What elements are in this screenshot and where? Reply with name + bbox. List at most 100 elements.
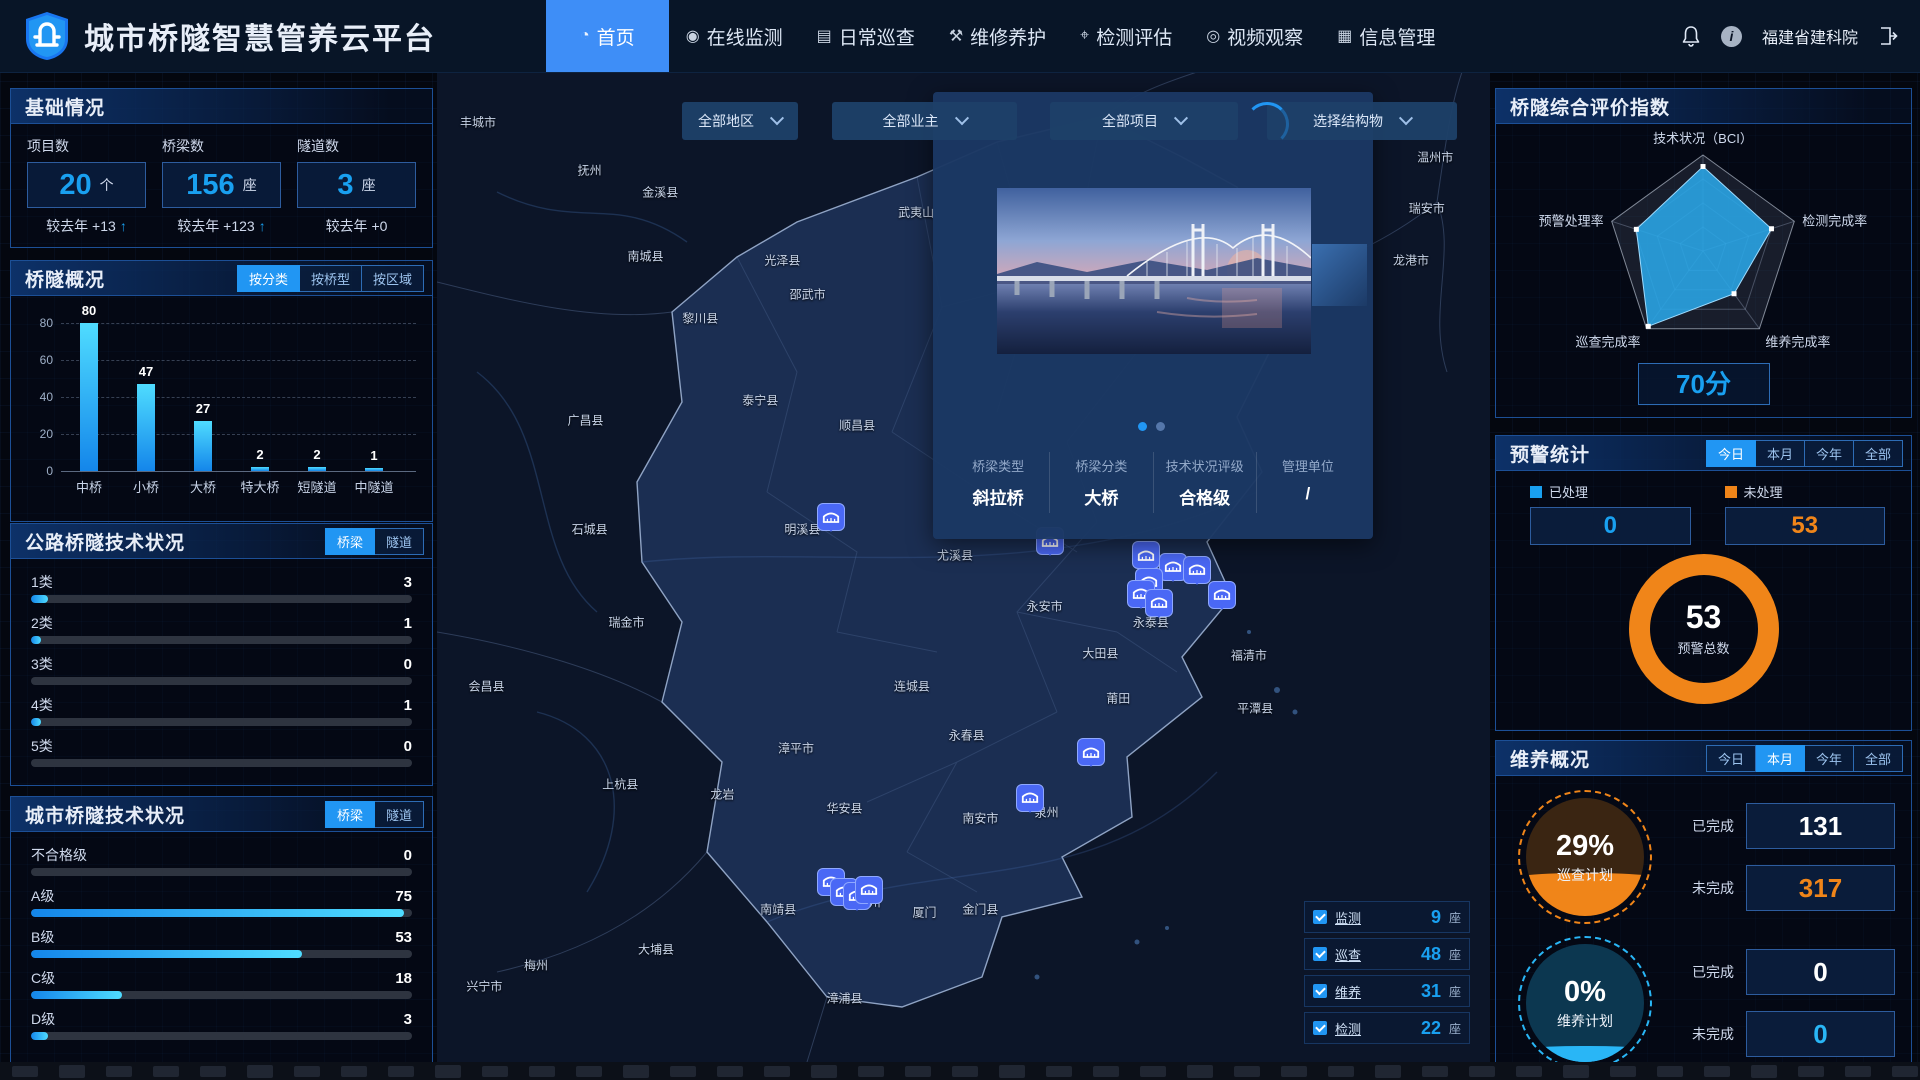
panel-evaluation-index: 桥隧综合评价指数 技术状况（BCI）检测完成率维养完成率巡查完成率预警处理率 7… bbox=[1495, 88, 1912, 418]
ribbon-box bbox=[858, 1066, 884, 1077]
ribbon-box bbox=[1140, 1066, 1166, 1077]
radar-axis-label: 维养完成率 bbox=[1765, 335, 1830, 350]
bridge-marker[interactable] bbox=[1183, 556, 1211, 584]
bridge-attr-管理单位: 管理单位/ bbox=[1256, 452, 1359, 513]
tab-highway-桥梁[interactable]: 桥梁 bbox=[325, 528, 375, 555]
tab-maintenance-全部[interactable]: 全部 bbox=[1854, 745, 1903, 772]
tab-overview-按桥型[interactable]: 按桥型 bbox=[300, 265, 362, 292]
tab-warning-本月[interactable]: 本月 bbox=[1756, 440, 1805, 467]
legend-label[interactable]: 维养 bbox=[1335, 982, 1361, 1001]
ribbon-box bbox=[1187, 1065, 1213, 1078]
attr-value: 斜拉桥 bbox=[947, 484, 1049, 509]
info-icon[interactable]: i bbox=[1721, 26, 1742, 47]
stat-value-box: 20个 bbox=[27, 162, 146, 208]
tab-overview-按分类[interactable]: 按分类 bbox=[237, 265, 300, 292]
bridge-info-popup: 桥梁类型斜拉桥桥梁分类大桥技术状况评级合格级管理单位/ bbox=[933, 92, 1373, 539]
bridge-marker[interactable] bbox=[1016, 784, 1044, 812]
carousel-dot[interactable] bbox=[1156, 422, 1165, 431]
bridge-attr-桥梁分类: 桥梁分类大桥 bbox=[1049, 452, 1152, 513]
org-name[interactable]: 福建省建科院 bbox=[1762, 24, 1858, 48]
bar-value: 1 bbox=[354, 448, 394, 463]
condition-label: A级 bbox=[31, 886, 54, 906]
nav-item-信息管理[interactable]: ▦信息管理 bbox=[1320, 0, 1452, 72]
map-label-丰城市: 丰城市 bbox=[460, 114, 496, 131]
tab-warning-今年[interactable]: 今年 bbox=[1805, 440, 1854, 467]
condition-row-4类: 4类1 bbox=[31, 696, 412, 726]
maintenance-tab-group: 今日本月今年全部 bbox=[1706, 745, 1903, 772]
condition-value: 1 bbox=[404, 697, 412, 714]
tab-urban-隧道[interactable]: 隧道 bbox=[375, 801, 424, 828]
map-label-温州市: 温州市 bbox=[1417, 149, 1453, 166]
legend-label[interactable]: 巡查 bbox=[1335, 945, 1361, 964]
map-label-大埔县: 大埔县 bbox=[638, 941, 674, 958]
nav-item-label: 检测评估 bbox=[1096, 23, 1172, 50]
logout-icon[interactable] bbox=[1878, 26, 1898, 46]
map-label-武夷山: 武夷山 bbox=[898, 203, 934, 220]
owner-select[interactable]: 全部业主 bbox=[832, 102, 1017, 140]
tab-maintenance-本月[interactable]: 本月 bbox=[1756, 745, 1805, 772]
progress-track bbox=[31, 718, 412, 726]
bridge-attributes: 桥梁类型斜拉桥桥梁分类大桥技术状况评级合格级管理单位/ bbox=[947, 452, 1359, 513]
map-label-会昌县: 会昌县 bbox=[468, 677, 504, 694]
notifications-bell-icon[interactable] bbox=[1681, 25, 1701, 47]
bridge-marker[interactable] bbox=[1145, 589, 1173, 617]
legend-unit: 座 bbox=[1449, 946, 1461, 963]
tab-urban-桥梁[interactable]: 桥梁 bbox=[325, 801, 375, 828]
nav-item-首页[interactable]: ◔首页 bbox=[546, 0, 669, 72]
carousel-dot[interactable] bbox=[1138, 422, 1147, 431]
condition-row-A级: A级75 bbox=[31, 887, 412, 917]
bridge-marker[interactable] bbox=[1208, 581, 1236, 609]
next-photo-thumbnail[interactable] bbox=[1312, 244, 1367, 306]
checkbox-checked-icon[interactable] bbox=[1313, 947, 1327, 961]
condition-value: 3 bbox=[404, 1011, 412, 1028]
ribbon-box bbox=[482, 1066, 508, 1077]
gauge-巡查计划: 29%巡查计划 bbox=[1518, 790, 1652, 924]
region-select[interactable]: 全部地区 bbox=[682, 102, 798, 140]
bridge-marker[interactable] bbox=[1077, 738, 1105, 766]
nav-item-检测评估[interactable]: ⌖检测评估 bbox=[1063, 0, 1189, 72]
legend-row-监测: 监测9座 bbox=[1304, 901, 1470, 933]
ribbon-box bbox=[1281, 1066, 1307, 1077]
ribbon-box bbox=[59, 1065, 85, 1078]
progress-fill bbox=[31, 595, 48, 603]
warning-total-label: 预警总数 bbox=[1677, 638, 1729, 657]
tab-maintenance-今年[interactable]: 今年 bbox=[1805, 745, 1854, 772]
y-tick-label: 0 bbox=[21, 464, 53, 478]
map-label-泰宁县: 泰宁县 bbox=[742, 391, 778, 408]
nav-item-在线监测[interactable]: ◉在线监测 bbox=[669, 0, 800, 72]
checkbox-checked-icon[interactable] bbox=[1313, 910, 1327, 924]
map-label-平潭县: 平潭县 bbox=[1237, 699, 1273, 716]
legend-label[interactable]: 检测 bbox=[1335, 1019, 1361, 1038]
maintenance-row-巡查计划: 29%巡查计划已完成131未完成317 bbox=[1518, 787, 1895, 927]
bridge-marker[interactable] bbox=[1132, 541, 1160, 569]
attr-label: 桥梁类型 bbox=[947, 456, 1049, 475]
panel-title: 预警统计 bbox=[1496, 440, 1590, 467]
tab-warning-今日[interactable]: 今日 bbox=[1706, 440, 1756, 467]
legend-label[interactable]: 监测 bbox=[1335, 908, 1361, 927]
project-select[interactable]: 全部项目 bbox=[1050, 102, 1238, 140]
map-label-福清市: 福清市 bbox=[1231, 647, 1267, 664]
tab-maintenance-今日[interactable]: 今日 bbox=[1706, 745, 1756, 772]
bridge-photo[interactable] bbox=[997, 188, 1311, 354]
checkbox-checked-icon[interactable] bbox=[1313, 1021, 1327, 1035]
progress-track bbox=[31, 909, 412, 917]
structure-select[interactable]: 选择结构物 bbox=[1267, 102, 1457, 140]
done-label: 已完成 bbox=[1678, 816, 1734, 836]
map-label-南城县: 南城县 bbox=[627, 248, 663, 265]
condition-row-C级: C级18 bbox=[31, 969, 412, 999]
tab-warning-全部[interactable]: 全部 bbox=[1854, 440, 1903, 467]
nav-item-维修养护[interactable]: ⚒维修养护 bbox=[932, 0, 1063, 72]
tab-highway-隧道[interactable]: 隧道 bbox=[375, 528, 424, 555]
panel-urban-condition: 城市桥隧技术状况 桥梁隧道 不合格级0A级75B级53C级18D级3 bbox=[10, 796, 433, 1080]
tab-overview-按区域[interactable]: 按区域 bbox=[362, 265, 424, 292]
condition-row-3类: 3类0 bbox=[31, 655, 412, 685]
nav-item-视频观察[interactable]: ◎视频观察 bbox=[1189, 0, 1320, 72]
stat-label: 项目数 bbox=[27, 136, 146, 156]
condition-label: 5类 bbox=[31, 736, 53, 756]
nav-item-日常巡查[interactable]: ▤日常巡查 bbox=[800, 0, 932, 72]
bridge-marker[interactable] bbox=[855, 876, 883, 904]
province-map[interactable]: 丰城市抚州金溪县南城县武夷山光泽县邵武市黎川县泰宁县顺昌县广昌县明溪县石城县尤溪… bbox=[437, 72, 1490, 1062]
bridge-marker[interactable] bbox=[817, 503, 845, 531]
attr-value: 合格级 bbox=[1154, 484, 1256, 509]
checkbox-checked-icon[interactable] bbox=[1313, 984, 1327, 998]
